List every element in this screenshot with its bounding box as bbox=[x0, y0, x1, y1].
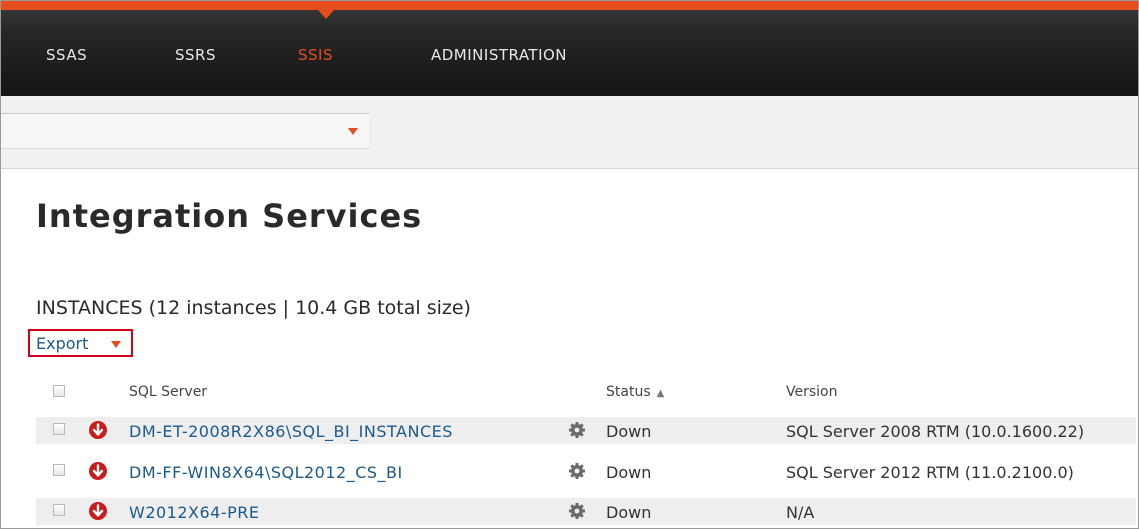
gear-icon[interactable] bbox=[568, 462, 586, 480]
down-arrow-icon bbox=[89, 462, 107, 480]
instances-summary: INSTANCES (12 instances | 10.4 GB total … bbox=[36, 297, 471, 319]
row-status: Down bbox=[606, 503, 652, 522]
sort-ascending-icon: ▲ bbox=[656, 388, 665, 399]
gear-icon[interactable] bbox=[568, 421, 586, 439]
header-status[interactable]: Status ▲ bbox=[606, 384, 664, 400]
export-label: Export bbox=[36, 334, 89, 353]
row-version: SQL Server 2012 RTM (11.0.2100.0) bbox=[786, 463, 1074, 482]
table-row: DM-FF-WIN8X64\SQL2012_CS_BI Down SQL Ser… bbox=[36, 458, 1136, 485]
instance-link[interactable]: DM-ET-2008R2X86\SQL_BI_INSTANCES bbox=[129, 422, 453, 441]
app-frame: SSAS SSRS SSIS ADMINISTRATION Integratio… bbox=[0, 0, 1139, 529]
chevron-down-icon bbox=[111, 341, 121, 348]
nav-item-ssrs[interactable]: SSRS bbox=[175, 46, 216, 64]
table-row: W2012X64-PRE Down N/A bbox=[36, 498, 1136, 525]
filter-bar bbox=[1, 96, 1138, 169]
header-sql-server[interactable]: SQL Server bbox=[129, 384, 207, 400]
nav-item-ssis[interactable]: SSIS bbox=[298, 46, 333, 64]
instance-filter-dropdown[interactable] bbox=[1, 113, 369, 149]
export-button[interactable]: Export bbox=[28, 329, 133, 357]
row-version: SQL Server 2008 RTM (10.0.1600.22) bbox=[786, 422, 1085, 441]
select-all-checkbox[interactable] bbox=[53, 385, 65, 397]
instance-link[interactable]: W2012X64-PRE bbox=[129, 503, 260, 522]
row-checkbox[interactable] bbox=[53, 423, 65, 435]
row-status: Down bbox=[606, 422, 652, 441]
table-header: SQL Server Status ▲ Version bbox=[36, 379, 1136, 406]
nav-item-ssas[interactable]: SSAS bbox=[46, 46, 87, 64]
row-version: N/A bbox=[786, 503, 815, 522]
top-navigation: SSAS SSRS SSIS ADMINISTRATION bbox=[1, 1, 1138, 96]
table-row: DM-ET-2008R2X86\SQL_BI_INSTANCES Down SQ… bbox=[36, 417, 1136, 444]
row-status: Down bbox=[606, 463, 652, 482]
active-tab-pointer-icon bbox=[318, 10, 334, 19]
down-arrow-icon bbox=[89, 502, 107, 520]
accent-bar bbox=[1, 1, 1138, 10]
row-checkbox[interactable] bbox=[53, 504, 65, 516]
header-version[interactable]: Version bbox=[786, 384, 837, 400]
nav-item-administration[interactable]: ADMINISTRATION bbox=[431, 46, 567, 64]
down-arrow-icon bbox=[89, 421, 107, 439]
chevron-down-icon bbox=[348, 128, 358, 135]
header-status-label: Status bbox=[606, 384, 651, 400]
page-title: Integration Services bbox=[36, 197, 423, 235]
gear-icon[interactable] bbox=[568, 502, 586, 520]
instance-link[interactable]: DM-FF-WIN8X64\SQL2012_CS_BI bbox=[129, 463, 403, 482]
row-checkbox[interactable] bbox=[53, 464, 65, 476]
